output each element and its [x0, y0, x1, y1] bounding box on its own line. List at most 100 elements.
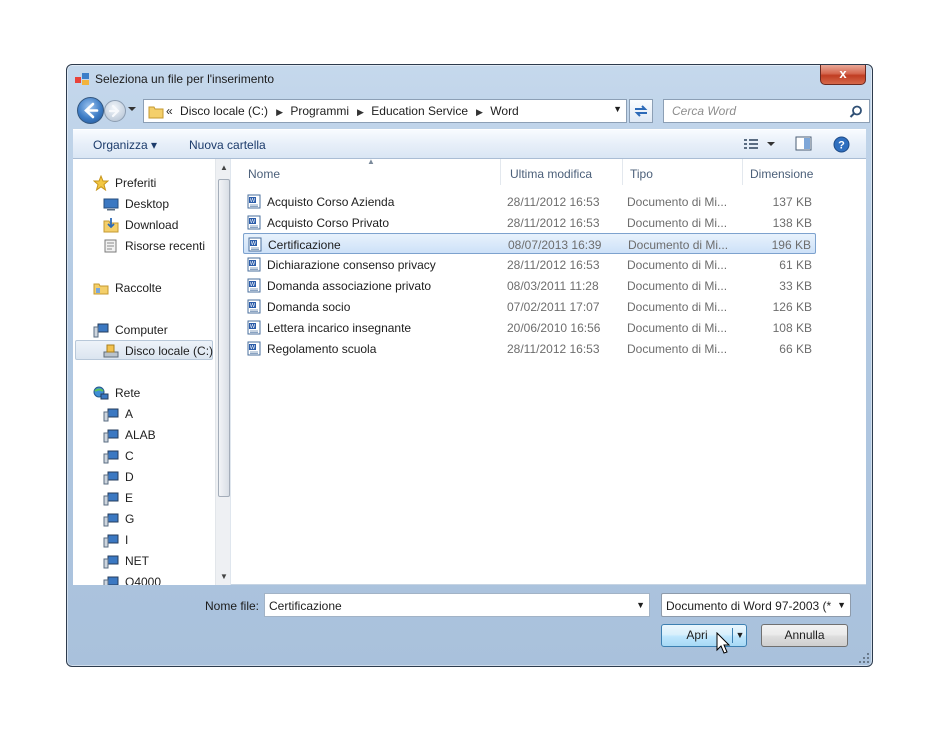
- sidebar-item-network-a[interactable]: A: [103, 404, 213, 424]
- network-computer-icon: [103, 408, 119, 422]
- resize-grip-icon[interactable]: [858, 652, 870, 664]
- refresh-button[interactable]: [629, 99, 653, 123]
- scroll-down-icon[interactable]: ▼: [220, 572, 228, 581]
- svg-text:W: W: [250, 219, 256, 225]
- filename-input[interactable]: Certificazione ▼: [264, 593, 650, 617]
- network-computer-icon: [103, 576, 119, 585]
- search-box[interactable]: Cerca Word: [663, 99, 870, 123]
- filename-label: Nome file:: [205, 599, 260, 613]
- star-icon: [93, 175, 109, 191]
- file-row-selected[interactable]: W Certificazione 08/07/2013 16:39 Docume…: [243, 233, 816, 254]
- filename-value: Certificazione: [269, 599, 342, 613]
- open-options-dropdown[interactable]: ▼: [734, 625, 746, 646]
- scroll-up-icon[interactable]: ▲: [220, 163, 228, 172]
- chevron-right-icon[interactable]: ▶: [357, 107, 364, 117]
- file-row[interactable]: W Regolamento scuola 28/11/2012 16:53 Do…: [243, 338, 816, 359]
- open-button[interactable]: Apri ▼: [661, 624, 747, 647]
- chevron-down-icon[interactable]: ▼: [636, 600, 645, 610]
- svg-text:W: W: [250, 261, 256, 267]
- navigation-pane: Preferiti Desktop Download Risorse recen…: [73, 159, 231, 585]
- file-row[interactable]: W Acquisto Corso Privato 28/11/2012 16:5…: [243, 212, 816, 233]
- desktop-icon: [103, 198, 119, 211]
- sidebar-item-network-i[interactable]: I: [103, 530, 213, 550]
- sidebar-item-network-g[interactable]: G: [103, 509, 213, 529]
- sidebar-item-download[interactable]: Download: [103, 215, 213, 235]
- column-header-name[interactable]: Nome ▲: [241, 157, 501, 185]
- sidebar-item-disco-locale[interactable]: Disco locale (C:): [75, 340, 213, 360]
- view-options-icon[interactable]: [743, 136, 779, 152]
- address-bar[interactable]: « Disco locale (C:) ▶ Programmi ▶ Educatio…: [143, 99, 627, 123]
- breadcrumb-disk[interactable]: Disco locale (C:): [180, 104, 268, 118]
- address-dropdown-icon[interactable]: ▼: [613, 104, 622, 114]
- sidebar-item-libraries[interactable]: Raccolte: [93, 278, 213, 298]
- sidebar-scrollbar[interactable]: ▲ ▼: [215, 159, 230, 585]
- file-row[interactable]: W Domanda socio 07/02/2011 17:07 Documen…: [243, 296, 816, 317]
- scrollbar-thumb[interactable]: [218, 179, 230, 497]
- sidebar-item-network-net[interactable]: NET: [103, 551, 213, 571]
- command-bar: Organizza ▾ Nuova cartella ?: [73, 129, 866, 159]
- split-divider: [732, 628, 733, 643]
- network-computer-icon: [103, 471, 119, 485]
- breadcrumb-prefix[interactable]: «: [166, 104, 173, 118]
- file-row[interactable]: W Domanda associazione privato 08/03/201…: [243, 275, 816, 296]
- close-button[interactable]: x: [820, 65, 866, 85]
- network-computer-icon: [103, 513, 119, 527]
- search-icon[interactable]: [849, 105, 863, 119]
- sidebar-item-network-e[interactable]: E: [103, 488, 213, 508]
- forward-button[interactable]: [104, 100, 126, 122]
- refresh-icon: [634, 105, 648, 117]
- back-button[interactable]: [77, 97, 104, 124]
- sidebar-item-recent[interactable]: Risorse recenti: [103, 236, 213, 256]
- column-header-modified[interactable]: Ultima modifica: [503, 159, 623, 185]
- sidebar-item-network-alab[interactable]: ALAB: [103, 425, 213, 445]
- sidebar-item-network[interactable]: Rete: [93, 383, 213, 403]
- sidebar-item-desktop[interactable]: Desktop: [103, 194, 213, 214]
- column-header-type[interactable]: Tipo: [623, 159, 743, 185]
- file-row[interactable]: W Acquisto Corso Azienda 28/11/2012 16:5…: [243, 191, 816, 212]
- network-computer-icon: [103, 534, 119, 548]
- svg-text:W: W: [250, 198, 256, 204]
- sidebar-item-network-d[interactable]: D: [103, 467, 213, 487]
- network-computer-icon: [103, 450, 119, 464]
- chevron-right-icon[interactable]: ▶: [276, 107, 283, 117]
- window-title: Seleziona un file per l'inserimento: [95, 72, 275, 86]
- breadcrumb-programmi[interactable]: Programmi: [290, 104, 349, 118]
- column-header-size[interactable]: Dimensione: [743, 159, 843, 185]
- arrow-left-icon: [84, 102, 99, 119]
- computer-icon: [93, 323, 109, 338]
- file-row[interactable]: W Lettera incarico insegnante 20/06/2010…: [243, 317, 816, 338]
- filetype-select[interactable]: Documento di Word 97-2003 (* ▼: [661, 593, 851, 617]
- title-bar[interactable]: Seleziona un file per l'inserimento x: [67, 65, 872, 93]
- network-computer-icon: [103, 429, 119, 443]
- cancel-button[interactable]: Annulla: [761, 624, 848, 647]
- navigation-bar: « Disco locale (C:) ▶ Programmi ▶ Educatio…: [73, 95, 870, 127]
- filetype-value: Documento di Word 97-2003 (*: [666, 599, 832, 613]
- file-row[interactable]: W Dichiarazione consenso privacy 28/11/2…: [243, 254, 816, 275]
- breadcrumb-word[interactable]: Word: [490, 104, 518, 118]
- sidebar-item-favorites[interactable]: Preferiti: [93, 173, 213, 193]
- file-open-dialog: Seleziona un file per l'inserimento x «: [66, 64, 873, 667]
- preview-pane-icon[interactable]: [795, 136, 813, 152]
- sidebar-item-network-q4000[interactable]: Q4000: [103, 572, 213, 585]
- hard-drive-icon: [103, 344, 119, 358]
- folder-icon: [148, 106, 164, 119]
- organize-button[interactable]: Organizza ▾: [93, 138, 157, 152]
- sidebar-item-computer[interactable]: Computer: [93, 320, 213, 340]
- help-icon[interactable]: ?: [833, 136, 850, 153]
- word-document-icon: W: [247, 320, 261, 335]
- breadcrumb-education-service[interactable]: Education Service: [371, 104, 468, 118]
- word-document-icon: W: [247, 257, 261, 272]
- network-computer-icon: [103, 492, 119, 506]
- svg-text:W: W: [250, 303, 256, 309]
- file-list: Nome ▲ Ultima modifica Tipo Dimensione W…: [241, 157, 866, 585]
- chevron-down-icon[interactable]: ▼: [837, 600, 846, 610]
- word-document-icon: W: [247, 194, 261, 209]
- sort-ascending-icon: ▲: [367, 157, 375, 166]
- new-folder-button[interactable]: Nuova cartella: [189, 138, 266, 152]
- svg-text:W: W: [250, 345, 256, 351]
- history-dropdown[interactable]: [127, 104, 139, 118]
- download-folder-icon: [103, 218, 119, 233]
- chevron-right-icon[interactable]: ▶: [476, 107, 483, 117]
- svg-text:W: W: [250, 324, 256, 330]
- sidebar-item-network-c[interactable]: C: [103, 446, 213, 466]
